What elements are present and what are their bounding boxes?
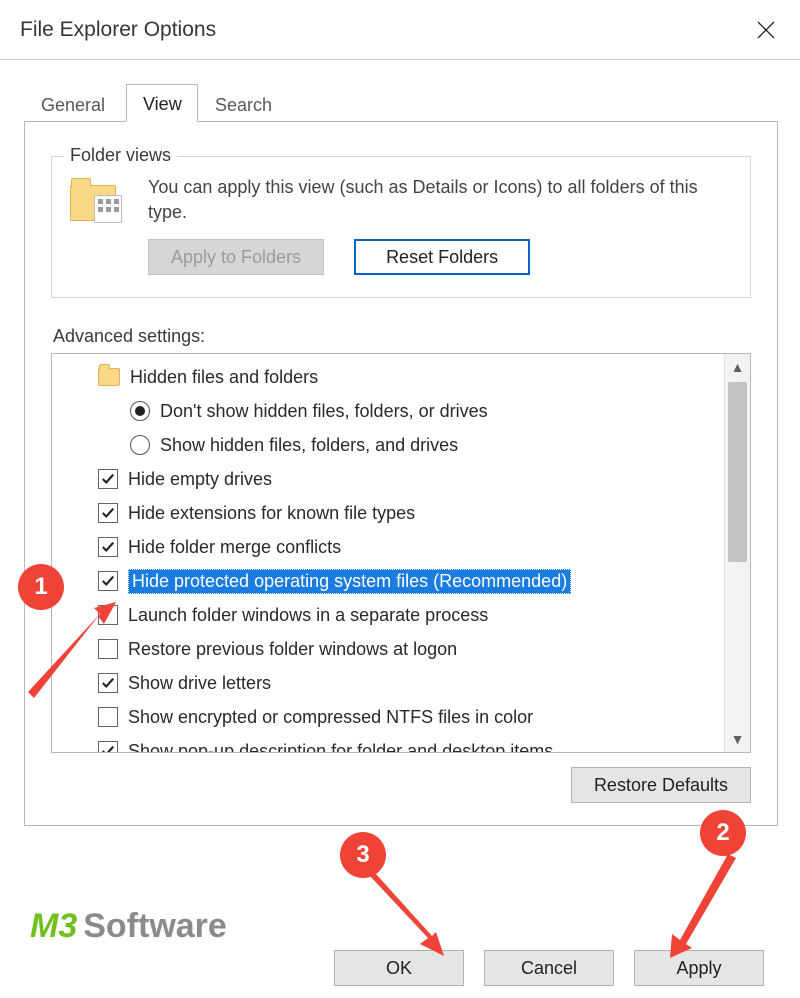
list-item[interactable]: Launch folder windows in a separate proc…	[74, 598, 720, 632]
radio-icon[interactable]	[130, 401, 150, 421]
scroll-up-icon[interactable]: ▲	[731, 360, 745, 374]
checkbox-icon[interactable]	[98, 707, 118, 727]
annotation-arrow-3	[360, 876, 450, 971]
advanced-settings-list: Hidden files and folders Don't show hidde…	[51, 353, 751, 753]
list-item[interactable]: Hide protected operating system files (R…	[74, 564, 720, 598]
list-item-label: Hide empty drives	[128, 469, 272, 490]
tab-general[interactable]: General	[24, 86, 126, 122]
title-bar: File Explorer Options	[0, 0, 800, 60]
watermark-m3: M3	[30, 907, 77, 946]
list-item[interactable]: Show drive letters	[74, 666, 720, 700]
tab-search[interactable]: Search	[198, 86, 288, 122]
scrollbar[interactable]: ▲ ▼	[724, 354, 750, 752]
list-item-label: Launch folder windows in a separate proc…	[128, 605, 488, 626]
cancel-button[interactable]: Cancel	[484, 950, 614, 986]
list-item[interactable]: Don't show hidden files, folders, or dri…	[74, 394, 720, 428]
close-icon[interactable]	[746, 10, 786, 50]
watermark: M3 Software	[30, 907, 227, 946]
reset-folders-button[interactable]: Reset Folders	[354, 239, 530, 275]
list-item: Hidden files and folders	[74, 360, 720, 394]
list-item-label: Show hidden files, folders, and drives	[160, 435, 458, 456]
list-item-label: Hide extensions for known file types	[128, 503, 415, 524]
window-title: File Explorer Options	[20, 18, 216, 42]
list-item-label: Don't show hidden files, folders, or dri…	[160, 401, 488, 422]
list-item[interactable]: Hide folder merge conflicts	[74, 530, 720, 564]
folder-icon	[98, 368, 120, 386]
list-item[interactable]: Hide empty drives	[74, 462, 720, 496]
list-item-label: Hide folder merge conflicts	[128, 537, 341, 558]
list-item-label: Show pop-up description for folder and d…	[128, 741, 553, 754]
annotation-arrow-1	[28, 602, 118, 707]
checkbox-icon[interactable]	[98, 469, 118, 489]
scroll-down-icon[interactable]: ▼	[731, 732, 745, 746]
folder-views-group: Folder views You can apply this view (su…	[51, 156, 751, 298]
list-item[interactable]: Restore previous folder windows at logon	[74, 632, 720, 666]
list-item-label: Hidden files and folders	[130, 367, 318, 388]
advanced-settings-label: Advanced settings:	[53, 326, 751, 347]
tab-view[interactable]: View	[126, 84, 198, 122]
restore-defaults-button[interactable]: Restore Defaults	[571, 767, 751, 803]
folder-views-legend: Folder views	[64, 145, 177, 166]
watermark-software: Software	[83, 907, 227, 946]
list-item[interactable]: Show pop-up description for folder and d…	[74, 734, 720, 753]
list-item-label: Show encrypted or compressed NTFS files …	[128, 707, 533, 728]
folder-views-description: You can apply this view (such as Details…	[148, 175, 732, 225]
annotation-arrow-2	[668, 854, 748, 969]
list-item[interactable]: Show hidden files, folders, and drives	[74, 428, 720, 462]
list-item[interactable]: Hide extensions for known file types	[74, 496, 720, 530]
annotation-callout-1: 1	[18, 564, 64, 610]
list-item-label: Hide protected operating system files (R…	[128, 569, 571, 594]
list-item-label: Show drive letters	[128, 673, 271, 694]
checkbox-icon[interactable]	[98, 503, 118, 523]
checkbox-icon[interactable]	[98, 537, 118, 557]
apply-to-folders-button: Apply to Folders	[148, 239, 324, 275]
annotation-callout-3: 3	[340, 832, 386, 878]
folder-views-icon	[70, 179, 130, 239]
list-item-label: Restore previous folder windows at logon	[128, 639, 457, 660]
scroll-thumb[interactable]	[728, 382, 747, 562]
tab-strip: General View Search	[24, 84, 778, 122]
checkbox-icon[interactable]	[98, 571, 118, 591]
checkbox-icon[interactable]	[98, 741, 118, 753]
radio-icon[interactable]	[130, 435, 150, 455]
tab-panel-view: Folder views You can apply this view (su…	[24, 122, 778, 826]
list-item[interactable]: Show encrypted or compressed NTFS files …	[74, 700, 720, 734]
annotation-callout-2: 2	[700, 810, 746, 856]
